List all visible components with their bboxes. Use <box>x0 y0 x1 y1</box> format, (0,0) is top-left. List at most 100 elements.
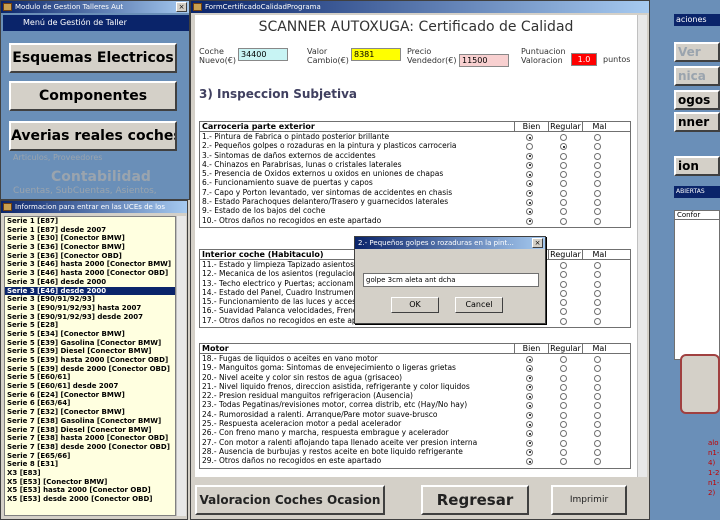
radio-regular[interactable] <box>560 383 567 391</box>
valor-cambio-field[interactable]: 8381 <box>351 48 401 61</box>
radio-bien[interactable] <box>526 152 533 160</box>
certificado-titlebar[interactable]: FormCertificadoCalidadPrograma <box>191 1 649 13</box>
valoracion-coches-button[interactable]: Valoracion Coches Ocasion <box>195 485 385 515</box>
abiertas-tab[interactable]: ABIERTAS <box>674 186 720 198</box>
radio-regular[interactable] <box>560 217 567 225</box>
radio-bien[interactable] <box>526 458 533 466</box>
radio-mal[interactable] <box>594 161 601 169</box>
list-item[interactable]: Serie 7 [E38] Diesel [Conector BMW] <box>5 426 175 435</box>
radio-mal[interactable] <box>594 180 601 188</box>
radio-regular[interactable] <box>560 134 567 141</box>
dialog-titlebar[interactable]: 2.- Pequeños golpes o rozaduras en la pi… <box>355 237 545 249</box>
radio-bien[interactable] <box>526 161 533 169</box>
radio-bien[interactable] <box>526 430 533 438</box>
radio-mal[interactable] <box>594 421 601 429</box>
regresar-button[interactable]: Regresar <box>421 485 529 515</box>
radio-mal[interactable] <box>594 299 601 307</box>
radio-regular[interactable] <box>560 199 567 207</box>
radio-regular[interactable] <box>560 271 567 279</box>
esquemas-electricos-button[interactable]: Esquemas Electricos <box>9 43 177 73</box>
list-item[interactable]: Serie 3 [E46] desde 2000 <box>5 286 175 296</box>
radio-mal[interactable] <box>594 365 601 373</box>
radio-mal[interactable] <box>594 262 601 269</box>
list-item[interactable]: Serie 8 [E31] <box>5 460 175 469</box>
radio-mal[interactable] <box>594 439 601 447</box>
imprimir-button[interactable]: Imprimir <box>551 485 627 515</box>
menu-window-titlebar[interactable]: Modulo de Gestion Talleres Aut × <box>1 1 189 13</box>
uce-list-titlebar[interactable]: Informacion para entrar en las UCEs de l… <box>1 201 187 213</box>
radio-mal[interactable] <box>594 308 601 316</box>
radio-regular[interactable] <box>560 189 567 197</box>
list-item[interactable]: Serie 5 [E28] <box>5 321 175 330</box>
close-icon[interactable]: × <box>176 2 187 12</box>
radio-mal[interactable] <box>594 271 601 279</box>
radio-regular[interactable] <box>560 411 567 419</box>
list-item[interactable]: X5 [E53] [Conector BMW] <box>5 478 175 487</box>
list-item[interactable]: Serie 3 [E90/91/92/93] desde 2007 <box>5 313 175 322</box>
radio-bien[interactable] <box>526 365 533 373</box>
radio-regular[interactable] <box>560 152 567 160</box>
radio-bien[interactable] <box>526 411 533 419</box>
radio-regular[interactable] <box>560 439 567 447</box>
radio-regular[interactable] <box>560 402 567 410</box>
radio-mal[interactable] <box>594 448 601 456</box>
radio-mal[interactable] <box>594 402 601 410</box>
list-item[interactable]: Serie 1 [E87] desde 2007 <box>5 226 175 235</box>
list-item[interactable]: Serie 5 [E39] hasta 2000 [Conector OBD] <box>5 356 175 365</box>
radio-regular[interactable] <box>560 208 567 216</box>
radio-bien[interactable] <box>526 134 533 141</box>
radio-mal[interactable] <box>594 458 601 466</box>
radio-mal[interactable] <box>594 356 601 363</box>
list-item[interactable]: Serie 5 [E39] desde 2000 [Conector OBD] <box>5 365 175 374</box>
right-button-3[interactable]: ogos <box>674 90 720 110</box>
right-button-5[interactable]: ion <box>674 156 720 176</box>
radio-regular[interactable] <box>560 262 567 269</box>
form-scrollbar[interactable] <box>637 15 647 477</box>
radio-mal[interactable] <box>594 393 601 401</box>
right-button-1[interactable]: Ver <box>674 42 720 62</box>
radio-bien[interactable] <box>526 374 533 382</box>
list-item[interactable]: Serie 6 [E24] [Conector BMW] <box>5 391 175 400</box>
radio-bien[interactable] <box>526 199 533 207</box>
radio-regular[interactable] <box>560 289 567 297</box>
radio-mal[interactable] <box>594 411 601 419</box>
cancel-button[interactable]: Cancel <box>455 297 503 313</box>
radio-mal[interactable] <box>594 289 601 297</box>
radio-regular[interactable] <box>560 171 567 179</box>
radio-mal[interactable] <box>594 134 601 141</box>
radio-mal[interactable] <box>594 383 601 391</box>
radio-bien[interactable] <box>526 143 533 151</box>
list-item[interactable]: Serie 3 [E36] [Conector OBD] <box>5 252 175 261</box>
list-item[interactable]: Serie 5 [E60/61] desde 2007 <box>5 382 175 391</box>
radio-mal[interactable] <box>594 280 601 288</box>
comment-input[interactable]: golpe 3cm aleta ant dcha <box>363 273 539 287</box>
radio-bien[interactable] <box>526 402 533 410</box>
radio-regular[interactable] <box>560 365 567 373</box>
ok-button[interactable]: OK <box>391 297 439 313</box>
list-scrollbar[interactable] <box>176 216 186 516</box>
radio-regular[interactable] <box>560 448 567 456</box>
averias-reales-button[interactable]: Averias reales coches <box>9 121 177 151</box>
list-item[interactable]: Serie 3 [E46] desde 2000 <box>5 278 175 287</box>
radio-bien[interactable] <box>526 448 533 456</box>
radio-regular[interactable] <box>560 180 567 188</box>
radio-bien[interactable] <box>526 393 533 401</box>
componentes-button[interactable]: Componentes <box>9 81 177 111</box>
radio-bien[interactable] <box>526 171 533 179</box>
right-button-2[interactable]: nica <box>674 66 720 86</box>
radio-bien[interactable] <box>526 208 533 216</box>
list-item[interactable]: Serie 3 [E46] hasta 2000 [Conector OBD] <box>5 269 175 278</box>
close-icon[interactable]: × <box>532 238 543 248</box>
list-item[interactable]: Serie 3 [E90/91/92/93] <box>5 295 175 304</box>
radio-mal[interactable] <box>594 171 601 179</box>
radio-bien[interactable] <box>526 180 533 188</box>
uce-listbox[interactable]: Serie 1 [E87] Serie 1 [E87] desde 2007 Ser… <box>4 216 176 516</box>
radio-bien[interactable] <box>526 356 533 363</box>
list-item[interactable]: Serie 7 [E38] desde 2000 [Conector OBD] <box>5 443 175 452</box>
radio-regular[interactable] <box>560 421 567 429</box>
radio-mal[interactable] <box>594 152 601 160</box>
radio-mal[interactable] <box>594 143 601 151</box>
radio-mal[interactable] <box>594 317 601 325</box>
radio-regular[interactable] <box>560 299 567 307</box>
radio-mal[interactable] <box>594 430 601 438</box>
